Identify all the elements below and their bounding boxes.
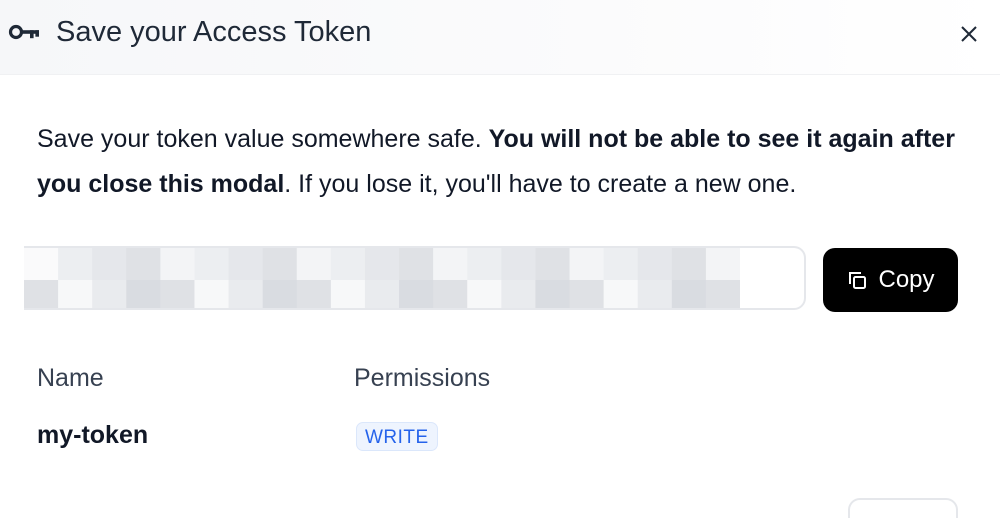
copy-icon xyxy=(849,272,867,289)
warning-text: Save your token value somewhere safe. Yo… xyxy=(37,117,977,207)
modal-header: Save your Access Token xyxy=(0,0,1000,75)
permission-badge: WRITE xyxy=(356,422,438,451)
warning-text-part2: . If you lose it, you'll have to create … xyxy=(284,170,797,198)
warning-text-part1: Save your token value somewhere safe. xyxy=(37,125,489,153)
name-column-label: Name xyxy=(37,364,104,392)
done-button[interactable] xyxy=(848,498,958,518)
permissions-column-label: Permissions xyxy=(354,364,491,392)
key-icon xyxy=(8,24,39,40)
modal-title: Save your Access Token xyxy=(56,16,372,48)
token-name: my-token xyxy=(37,421,149,449)
copy-button[interactable]: Copy xyxy=(823,248,958,312)
access-token-modal: Save your Access Token Save your token v… xyxy=(0,0,1000,518)
obscured-token-value xyxy=(24,248,740,308)
copy-button-label: Copy xyxy=(878,266,935,293)
close-icon[interactable] xyxy=(952,17,986,51)
token-value-field[interactable] xyxy=(24,246,806,310)
